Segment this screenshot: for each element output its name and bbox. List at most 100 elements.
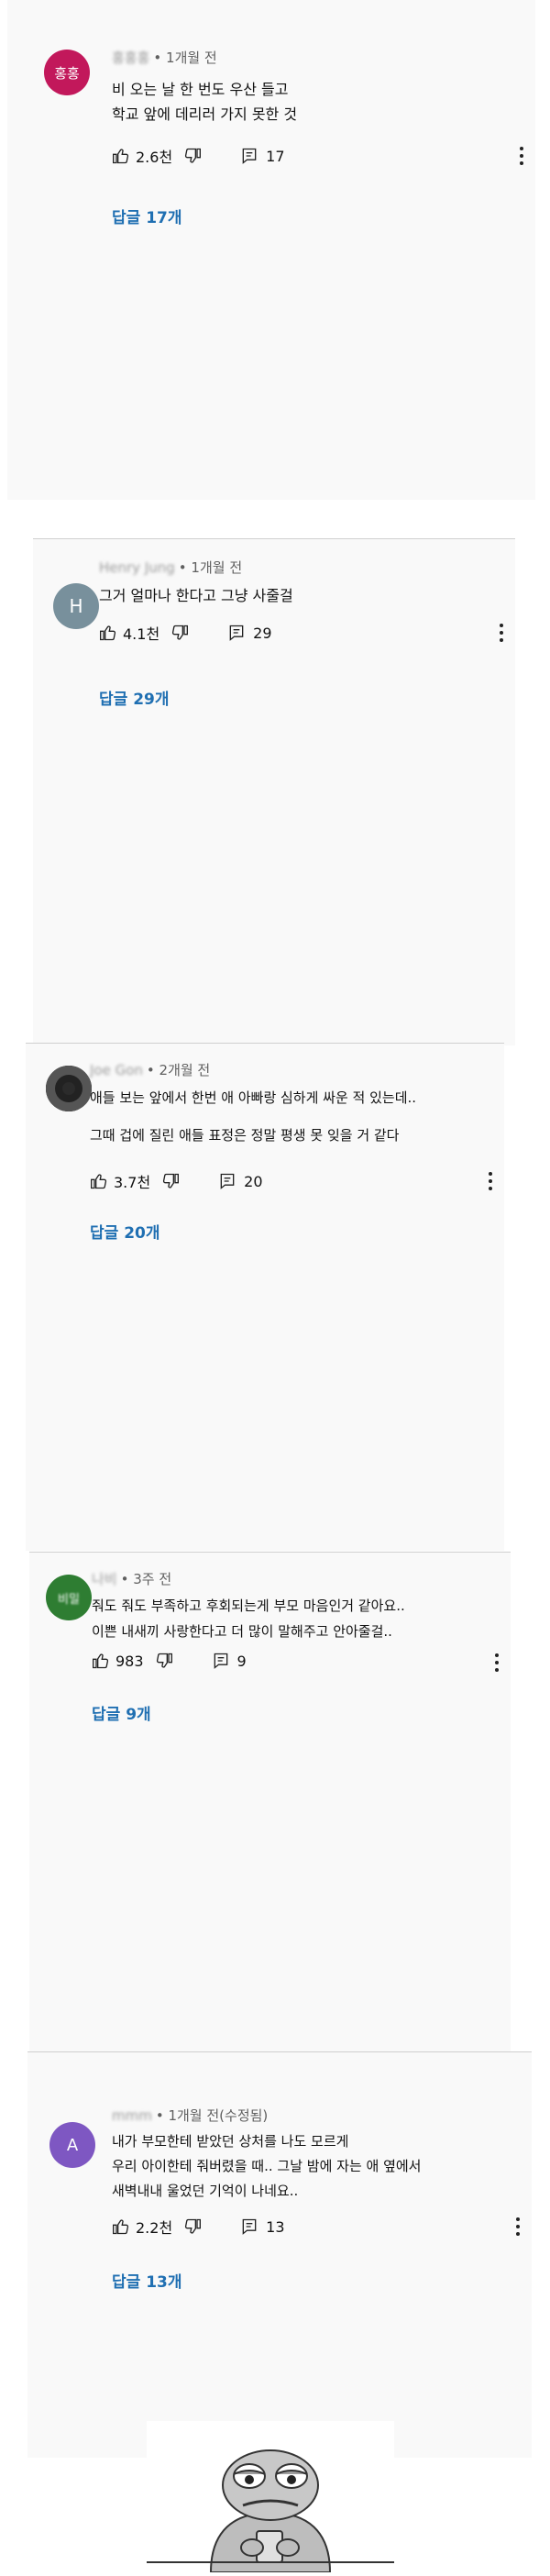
reply-count: 20: [244, 1172, 263, 1190]
view-replies-button[interactable]: 답글 29개: [99, 686, 170, 709]
timestamp: • 1개월 전: [178, 559, 243, 576]
comment-line: 비 오는 날 한 번도 우산 들고: [112, 81, 289, 98]
like-button[interactable]: 3.7천: [90, 1170, 150, 1192]
comment-actions: 3.7천 20: [90, 1170, 263, 1192]
view-replies-button[interactable]: 답글 17개: [112, 205, 182, 227]
comment-line: 내가 부모한테 받았던 상처를 나도 모르게: [112, 2133, 349, 2150]
avatar[interactable]: [46, 1066, 92, 1111]
comment-meta: mmm • 1개월 전(수정됨): [112, 2106, 268, 2125]
reply-icon: [227, 624, 246, 642]
timestamp: • 1개월 전: [153, 50, 217, 66]
dislike-button[interactable]: [183, 147, 202, 165]
comment-meta: Henry Jung • 1개월 전: [99, 558, 242, 577]
like-button[interactable]: 2.6천: [112, 145, 172, 167]
like-count: 2.6천: [136, 149, 173, 166]
comment-line: 그거 얼마나 한다고 그냥 사줄걸: [99, 587, 293, 604]
reply-button[interactable]: 17: [240, 147, 285, 165]
like-count: 4.1천: [123, 625, 160, 643]
more-vertical-icon[interactable]: [512, 2217, 524, 2236]
thumbs-down-icon: [183, 147, 202, 165]
comment-actions: 2.2천 13: [112, 2216, 285, 2238]
timestamp: • 2개월 전: [146, 1062, 211, 1078]
reply-count: 17: [266, 147, 285, 165]
comment-body: 줘도 줘도 부족하고 후회되는게 부모 마음인거 같아요.. 이쁜 내새끼 사랑…: [92, 1593, 405, 1644]
like-button[interactable]: 2.2천: [112, 2216, 172, 2238]
more-vertical-icon[interactable]: [495, 624, 508, 642]
like-count: 983: [116, 1652, 144, 1670]
divider-line: [147, 2561, 394, 2563]
sad-frog-sticker: [147, 2421, 394, 2573]
like-button[interactable]: 983: [92, 1652, 144, 1670]
like-button[interactable]: 4.1천: [99, 622, 160, 644]
author-name[interactable]: Joe Gon: [90, 1062, 143, 1078]
avatar[interactable]: H: [53, 583, 99, 629]
thumbs-up-icon: [112, 147, 130, 165]
reply-button[interactable]: 9: [212, 1652, 247, 1670]
thumbs-down-icon: [170, 624, 189, 642]
like-count: 2.2천: [136, 2219, 173, 2237]
more-vertical-icon[interactable]: [484, 1172, 497, 1190]
timestamp: • 1개월 전(수정됨): [155, 2107, 269, 2124]
thumbs-up-icon: [90, 1172, 108, 1190]
avatar-initials: 비밀: [58, 1592, 80, 1607]
comment-body: 비 오는 날 한 번도 우산 들고 학교 앞에 데리러 가지 못한 것: [112, 77, 297, 127]
comment-body: 그거 얼마나 한다고 그냥 사줄걸: [99, 583, 293, 608]
avatar-initials: H: [69, 595, 83, 617]
avatar[interactable]: 홍홍: [44, 50, 90, 95]
comment-line: 그때 겁에 질린 애들 표정은 정말 평생 못 잊을 거 같다: [90, 1127, 400, 1144]
reply-count: 29: [253, 624, 272, 642]
reply-button[interactable]: 13: [240, 2217, 285, 2236]
avatar[interactable]: A: [50, 2122, 95, 2168]
reply-icon: [240, 2217, 258, 2236]
thumbs-up-icon: [92, 1652, 110, 1670]
timestamp: • 3주 전: [120, 1571, 172, 1587]
reply-count: 13: [266, 2217, 285, 2236]
view-replies-button[interactable]: 답글 20개: [90, 1220, 160, 1243]
comment-line: 학교 앞에 데리러 가지 못한 것: [112, 105, 298, 123]
more-vertical-icon[interactable]: [515, 147, 528, 165]
thumbs-down-icon: [155, 1652, 173, 1670]
thumbs-down-icon: [161, 1172, 180, 1190]
dislike-button[interactable]: [161, 1172, 180, 1190]
comment-card: H Henry Jung • 1개월 전 그거 얼마나 한다고 그냥 사줄걸 4.…: [33, 538, 515, 1045]
comment-body: 내가 부모한테 받았던 상처를 나도 모르게 우리 아이한테 줘버렸을 때.. …: [112, 2129, 421, 2204]
comment-meta: 홍홍홍 • 1개월 전: [112, 48, 217, 67]
reply-count: 9: [236, 1652, 247, 1670]
reply-icon: [218, 1172, 236, 1190]
comment-actions: 4.1천 29: [99, 622, 272, 644]
more-vertical-icon[interactable]: [490, 1653, 503, 1672]
comment-actions: 2.6천 17: [112, 145, 285, 167]
comment-card: 홍홍 홍홍홍 • 1개월 전 비 오는 날 한 번도 우산 들고 학교 앞에 데리…: [7, 0, 535, 500]
comment-card: A mmm • 1개월 전(수정됨) 내가 부모한테 받았던 상처를 나도 모르게…: [28, 2051, 532, 2458]
author-name[interactable]: 홍홍홍: [112, 48, 149, 67]
avatar[interactable]: 비밀: [46, 1575, 92, 1620]
comment-card: Joe Gon • 2개월 전 애들 보는 앞에서 한번 애 아빠랑 심하게 싸운…: [26, 1043, 504, 1551]
comment-line: 애들 보는 앞에서 한번 애 아빠랑 심하게 싸운 적 있는데..: [90, 1089, 417, 1106]
comment-body: 애들 보는 앞에서 한번 애 아빠랑 심하게 싸운 적 있는데.. 그때 겁에 …: [90, 1086, 416, 1148]
author-name[interactable]: Henry Jung: [99, 559, 175, 576]
comment-line: 줘도 줘도 부족하고 후회되는게 부모 마음인거 같아요..: [92, 1598, 405, 1614]
reply-icon: [212, 1652, 230, 1670]
comment-meta: Joe Gon • 2개월 전: [90, 1060, 210, 1079]
author-name[interactable]: 나비: [92, 1569, 117, 1588]
comment-line: 이쁜 내새끼 사랑한다고 더 많이 말해주고 안아줄걸..: [92, 1623, 392, 1640]
comment-line: [90, 1111, 416, 1123]
view-replies-button[interactable]: 답글 9개: [92, 1701, 151, 1724]
thumbs-up-icon: [99, 624, 117, 642]
reply-button[interactable]: 20: [218, 1172, 263, 1190]
dislike-button[interactable]: [183, 2217, 202, 2236]
dislike-button[interactable]: [155, 1652, 173, 1670]
thumbs-up-icon: [112, 2217, 130, 2236]
thumbs-down-icon: [183, 2217, 202, 2236]
avatar-initials: A: [66, 2135, 79, 2155]
author-name[interactable]: mmm: [112, 2107, 152, 2124]
comment-card: 비밀 나비 • 3주 전 줘도 줘도 부족하고 후회되는게 부모 마음인거 같아요…: [29, 1552, 511, 2064]
reply-button[interactable]: 29: [227, 624, 272, 642]
avatar-initials: 홍홍: [54, 64, 80, 82]
reply-icon: [240, 147, 258, 165]
comment-actions: 983 9: [92, 1652, 247, 1670]
comment-meta: 나비 • 3주 전: [92, 1569, 171, 1588]
comment-line: 우리 아이한테 줘버렸을 때.. 그날 밤에 자는 애 옆에서: [112, 2158, 422, 2174]
dislike-button[interactable]: [170, 624, 189, 642]
view-replies-button[interactable]: 답글 13개: [112, 2269, 182, 2292]
